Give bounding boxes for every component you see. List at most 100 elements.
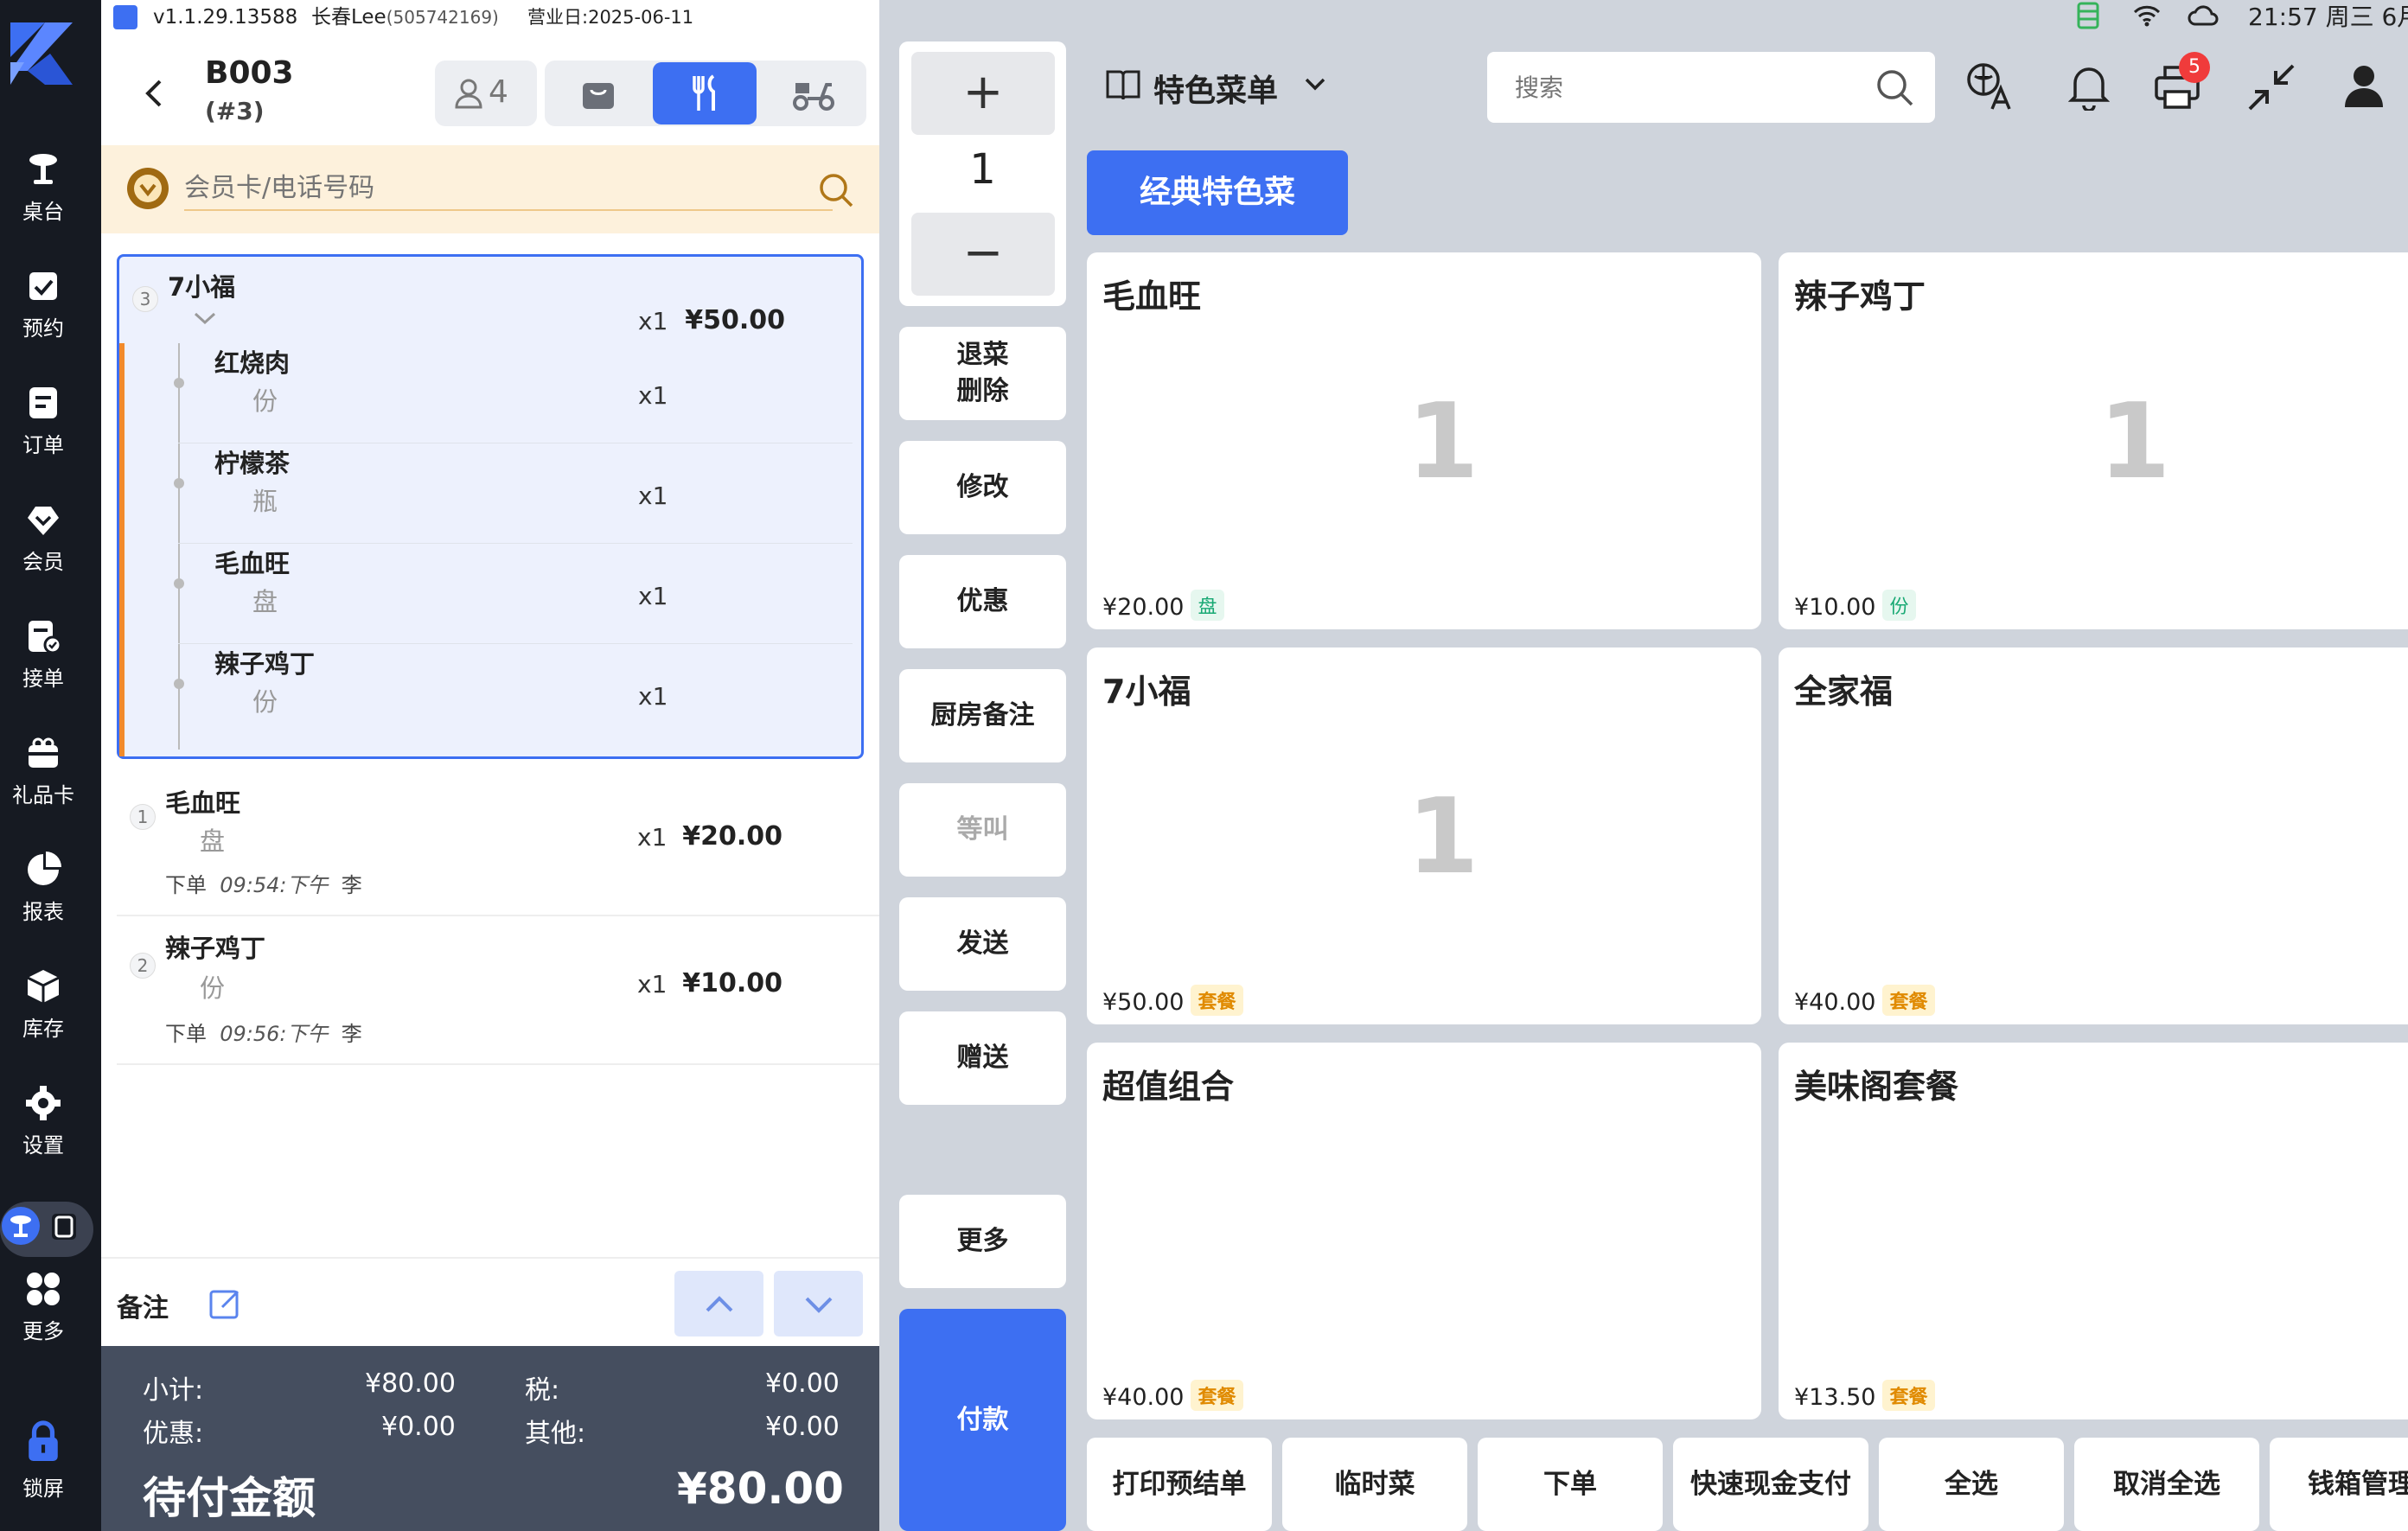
- nav-settings[interactable]: 设置: [0, 1085, 86, 1158]
- child-qty: x1: [638, 682, 668, 711]
- nav-gift-card[interactable]: 礼品卡: [0, 735, 86, 808]
- biz-date-label: 营业日:: [527, 7, 589, 28]
- other-label: 其他:: [525, 1419, 586, 1449]
- status-time: 21:57 周三 6月: [2248, 3, 2408, 31]
- print-prebill-button[interactable]: 打印预结单: [1087, 1438, 1272, 1531]
- temp-dish-button[interactable]: 临时菜: [1282, 1438, 1467, 1531]
- nav-inventory[interactable]: 库存: [0, 968, 86, 1042]
- dish-price: ¥40.00: [1102, 1384, 1185, 1411]
- book-icon: [1106, 70, 1140, 100]
- scroll-down-button[interactable]: [774, 1271, 863, 1336]
- discount-value: ¥0.00: [381, 1412, 456, 1442]
- dish-card[interactable]: 超值组合 ¥40.00 套餐: [1087, 1043, 1761, 1419]
- takeaway-bag-button[interactable]: [545, 61, 648, 126]
- quick-cash-pay-button[interactable]: 快速现金支付: [1673, 1438, 1868, 1531]
- order-type-group: [545, 61, 866, 126]
- dish-price: ¥40.00: [1794, 989, 1876, 1016]
- combo-order-item[interactable]: 3 7小福 x1 ¥50.00 红烧肉 份 x1 柠檬茶 瓶 x1 毛血旺 盘 …: [117, 254, 864, 759]
- cash-drawer-button[interactable]: 钱箱管理: [2270, 1438, 2408, 1531]
- nav-more[interactable]: 更多: [0, 1271, 86, 1344]
- dish-unit-tag: 盘: [1191, 590, 1224, 621]
- member-search-input[interactable]: [184, 166, 833, 211]
- child-name: 辣子鸡丁: [214, 649, 316, 679]
- dish-card[interactable]: 辣子鸡丁 1 ¥10.00 份: [1779, 252, 2408, 629]
- combo-price: ¥50.00: [685, 305, 785, 335]
- nav-accept-orders[interactable]: 接单: [0, 618, 86, 692]
- child-qty: x1: [638, 582, 668, 610]
- cloud-icon: [2188, 5, 2219, 26]
- child-name: 红烧肉: [214, 348, 291, 378]
- send-button[interactable]: 发送: [899, 897, 1066, 991]
- combo-child-item: 红烧肉 份 x1: [174, 343, 853, 443]
- nav-reports[interactable]: 报表: [0, 852, 86, 925]
- biz-date-value: 2025-06-11: [588, 7, 694, 28]
- category-tab-classic[interactable]: 经典特色菜: [1087, 150, 1348, 235]
- dish-card[interactable]: 7小福 1 ¥50.00 套餐: [1087, 647, 1761, 1024]
- dish-price-row: ¥40.00 套餐: [1102, 1380, 1243, 1411]
- delivery-button[interactable]: [761, 61, 865, 126]
- chevron-down-icon[interactable]: [192, 310, 218, 328]
- item-unit: 份: [200, 973, 226, 1003]
- hold-button[interactable]: 等叫: [899, 783, 1066, 877]
- scroll-up-button[interactable]: [674, 1271, 763, 1336]
- printer-button[interactable]: 5: [2149, 52, 2219, 114]
- pay-button[interactable]: 付款: [899, 1309, 1066, 1531]
- item-status: 下单: [165, 1022, 207, 1046]
- nav-accept-orders-label: 接单: [22, 667, 64, 691]
- mode-switch[interactable]: [0, 1202, 93, 1257]
- subtotal-label: 小计:: [143, 1375, 204, 1406]
- amount-due-value: ¥80.00: [677, 1464, 844, 1514]
- dine-in-mode-icon[interactable]: [2, 1207, 40, 1245]
- quantity-minus-button[interactable]: −: [911, 213, 1055, 296]
- item-meta: 下单 09:54:下午 李: [165, 868, 362, 898]
- search-icon[interactable]: [817, 171, 855, 209]
- item-unit: 盘: [200, 826, 226, 856]
- discount-label: 优惠:: [143, 1419, 204, 1449]
- dish-combo-tag: 套餐: [1191, 985, 1243, 1016]
- dish-price-row: ¥20.00 盘: [1102, 590, 1224, 621]
- deselect-all-button[interactable]: 取消全选: [2074, 1438, 2259, 1531]
- return-delete-button[interactable]: 退菜 删除: [899, 327, 1066, 420]
- language-icon[interactable]: [1966, 62, 2015, 111]
- nav-lock[interactable]: 锁屏: [0, 1418, 86, 1502]
- guest-count-button[interactable]: 4: [435, 61, 537, 126]
- bell-icon[interactable]: [2068, 62, 2110, 111]
- modify-button[interactable]: 修改: [899, 441, 1066, 534]
- takeout-mode-icon[interactable]: [52, 1214, 76, 1240]
- calendar-check-icon: [29, 272, 57, 300]
- subtotal-value: ¥80.00: [365, 1368, 456, 1399]
- search-icon[interactable]: [1875, 67, 1914, 107]
- nav-orders[interactable]: 订单: [0, 385, 86, 458]
- place-order-button[interactable]: 下单: [1478, 1438, 1663, 1531]
- quantity-value: 1: [969, 145, 996, 194]
- order-item[interactable]: 1 毛血旺 盘 x1 ¥20.00 下单 09:54:下午 李: [117, 769, 879, 916]
- dish-card[interactable]: 美味阁套餐 ¥13.50 套餐: [1779, 1043, 2408, 1419]
- dish-price: ¥13.50: [1794, 1384, 1876, 1411]
- select-all-button[interactable]: 全选: [1879, 1438, 2064, 1531]
- dish-name: 辣子鸡丁: [1794, 277, 1926, 316]
- dine-in-button[interactable]: [653, 62, 757, 124]
- quantity-plus-button[interactable]: +: [911, 52, 1055, 135]
- dish-search-box[interactable]: [1487, 52, 1935, 123]
- edit-note-icon[interactable]: [208, 1286, 243, 1321]
- nav-members[interactable]: 会员: [0, 501, 86, 575]
- menu-selector[interactable]: 特色菜单: [1105, 61, 1347, 112]
- dish-price-row: ¥13.50 套餐: [1794, 1380, 1935, 1411]
- tax-label: 税:: [525, 1375, 560, 1406]
- nav-gift-card-label: 礼品卡: [12, 783, 74, 807]
- kitchen-note-button[interactable]: 厨房备注: [899, 669, 1066, 762]
- order-item[interactable]: 2 辣子鸡丁 份 x1 ¥10.00 下单 09:56:下午 李: [117, 918, 879, 1065]
- nav-reservations[interactable]: 预约: [0, 268, 86, 341]
- dish-card[interactable]: 毛血旺 1 ¥20.00 盘: [1087, 252, 1761, 629]
- more-button[interactable]: 更多: [899, 1195, 1066, 1288]
- dish-card[interactable]: 全家福 ¥40.00 套餐: [1779, 647, 2408, 1024]
- promo-button[interactable]: 优惠: [899, 555, 1066, 648]
- collapse-icon[interactable]: [2248, 64, 2295, 111]
- user-avatar-icon[interactable]: [2343, 62, 2395, 111]
- dish-count: 1: [1407, 777, 1479, 897]
- nav-tables[interactable]: 桌台: [0, 151, 86, 225]
- dish-search-input[interactable]: [1515, 64, 1861, 111]
- app-logo: [7, 19, 76, 88]
- back-arrow-icon[interactable]: [137, 76, 172, 111]
- gift-button[interactable]: 赠送: [899, 1011, 1066, 1105]
